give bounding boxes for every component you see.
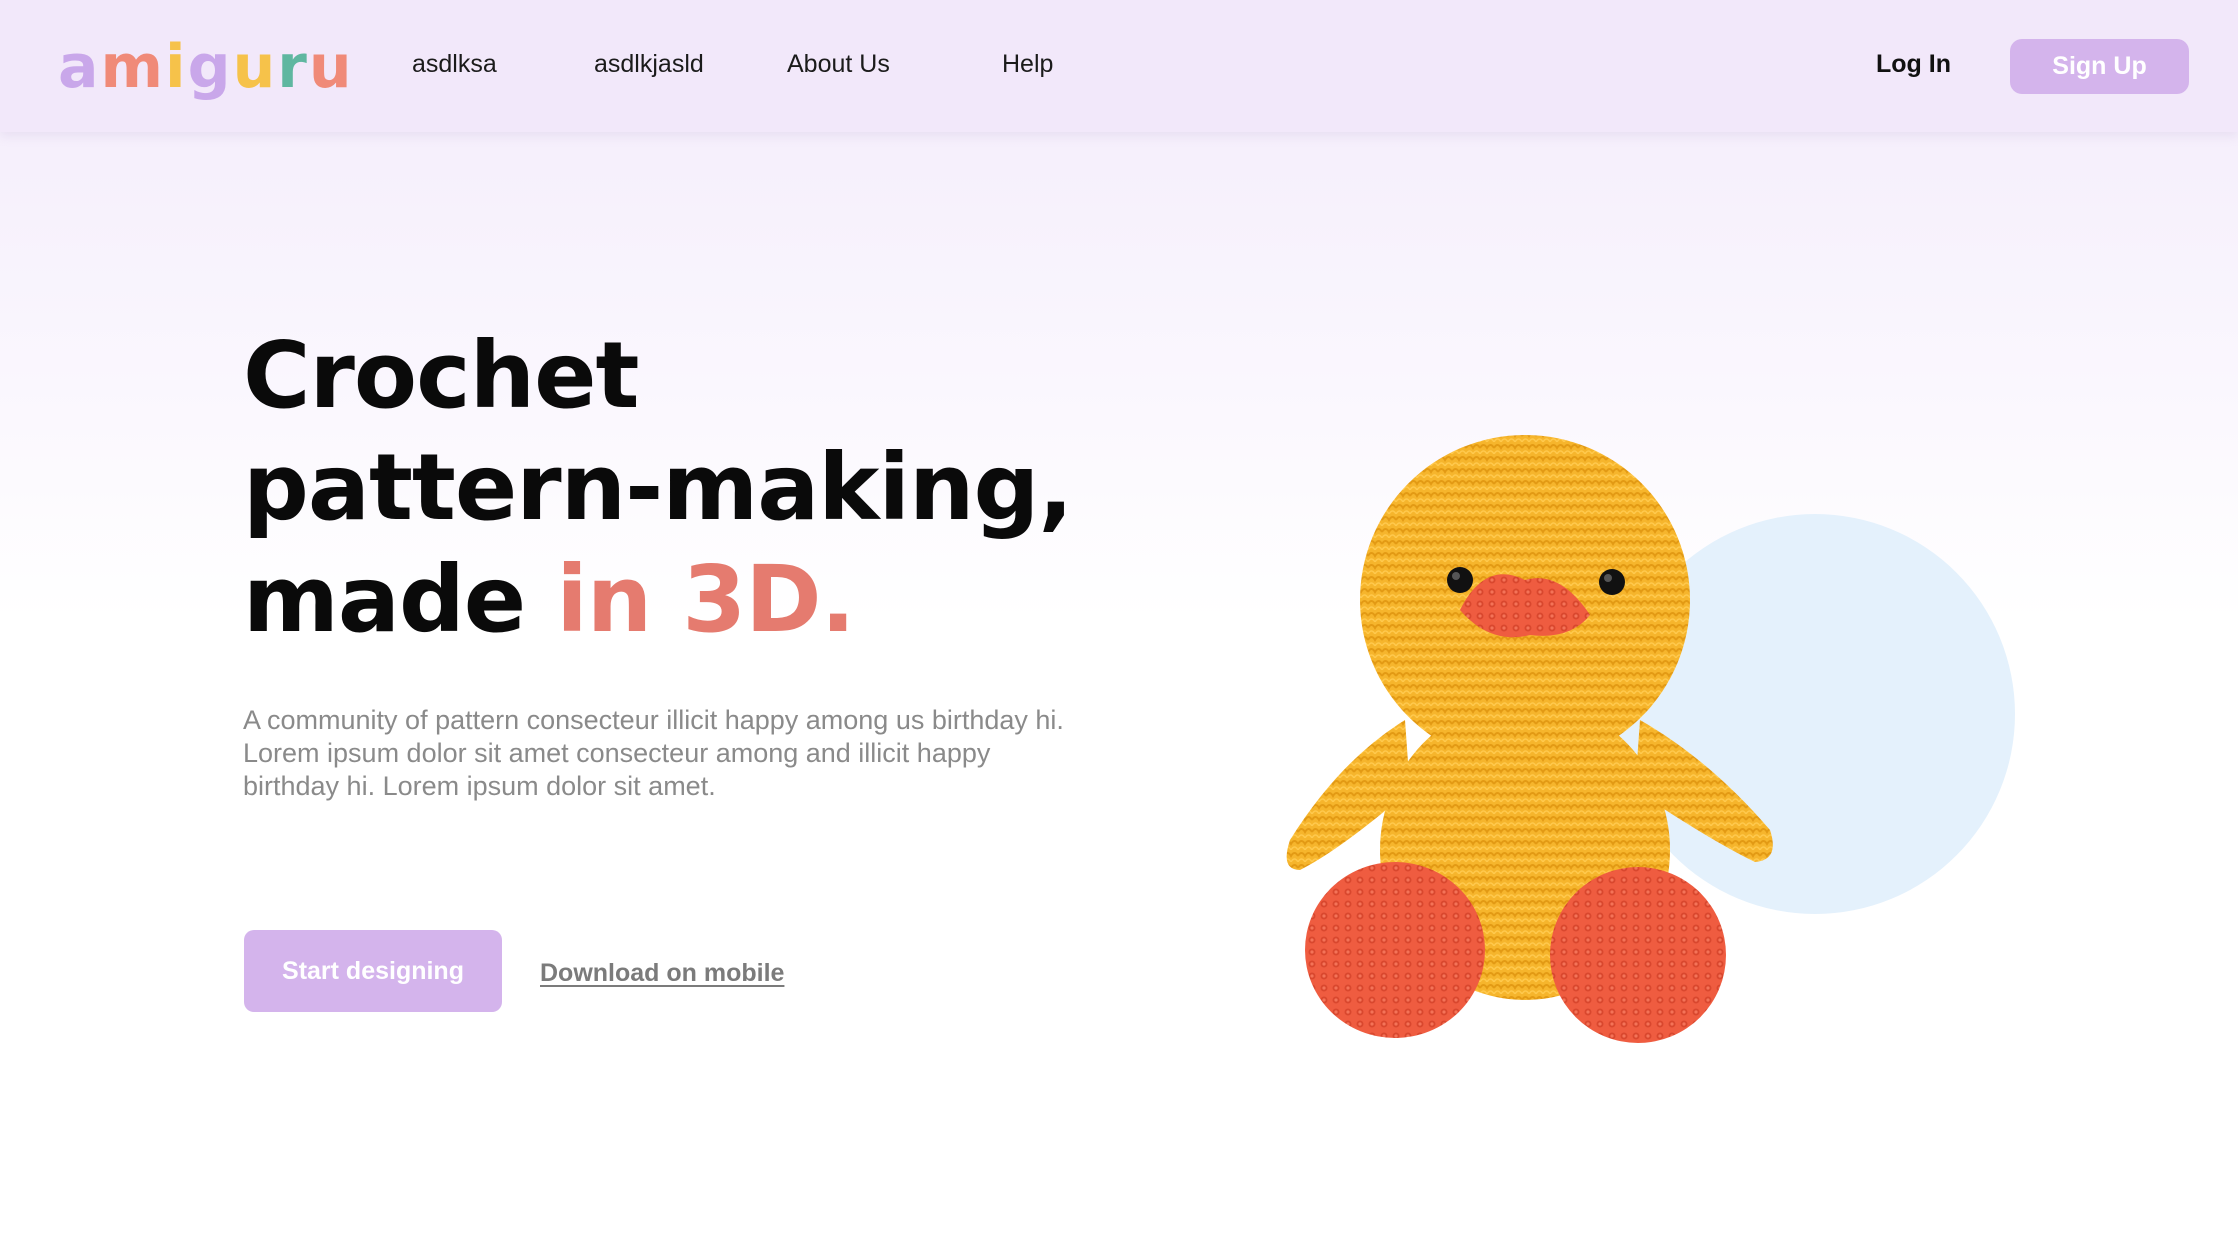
logo-letter: u [232,32,278,102]
nav-link-help[interactable]: Help [1002,44,1053,84]
download-mobile-link[interactable]: Download on mobile [540,953,784,993]
top-navbar: a m i g u r u asdlksa asdlkjasld About U… [0,0,2238,132]
hero-description: A community of pattern consecteur illici… [243,705,1064,801]
logo-letter: i [165,32,188,102]
logo-letter: r [277,32,309,102]
logo-letter: m [100,32,166,102]
headline-accent-text: in 3D. [556,546,855,653]
headline-line-3: made in 3D. [243,544,1143,656]
headline-line-1: Crochet [243,322,640,429]
login-link[interactable]: Log In [1876,44,1951,84]
logo-letter: g [187,32,233,102]
duck-left-foot [1305,862,1485,1038]
duck-right-eye [1599,569,1625,595]
hero-headline: Crochet pattern-making, made in 3D. [243,320,1143,656]
signup-button[interactable]: Sign Up [2010,39,2189,94]
logo-letter: u [308,32,354,102]
headline-line-2: pattern-making, [243,434,1073,541]
nav-link-asdlksa[interactable]: asdlksa [412,44,497,84]
nav-link-asdlkjasld[interactable]: asdlkjasld [594,44,704,84]
nav-link-about-us[interactable]: About Us [787,44,890,84]
logo-letter: a [58,32,101,102]
crochet-duck-image [1286,435,1773,1043]
duck-right-foot [1550,867,1726,1043]
headline-plain-word: made [243,546,526,653]
duck-left-eye [1447,567,1473,593]
start-designing-button[interactable]: Start designing [244,930,502,1012]
amiguru-logo[interactable]: a m i g u r u [58,22,354,112]
